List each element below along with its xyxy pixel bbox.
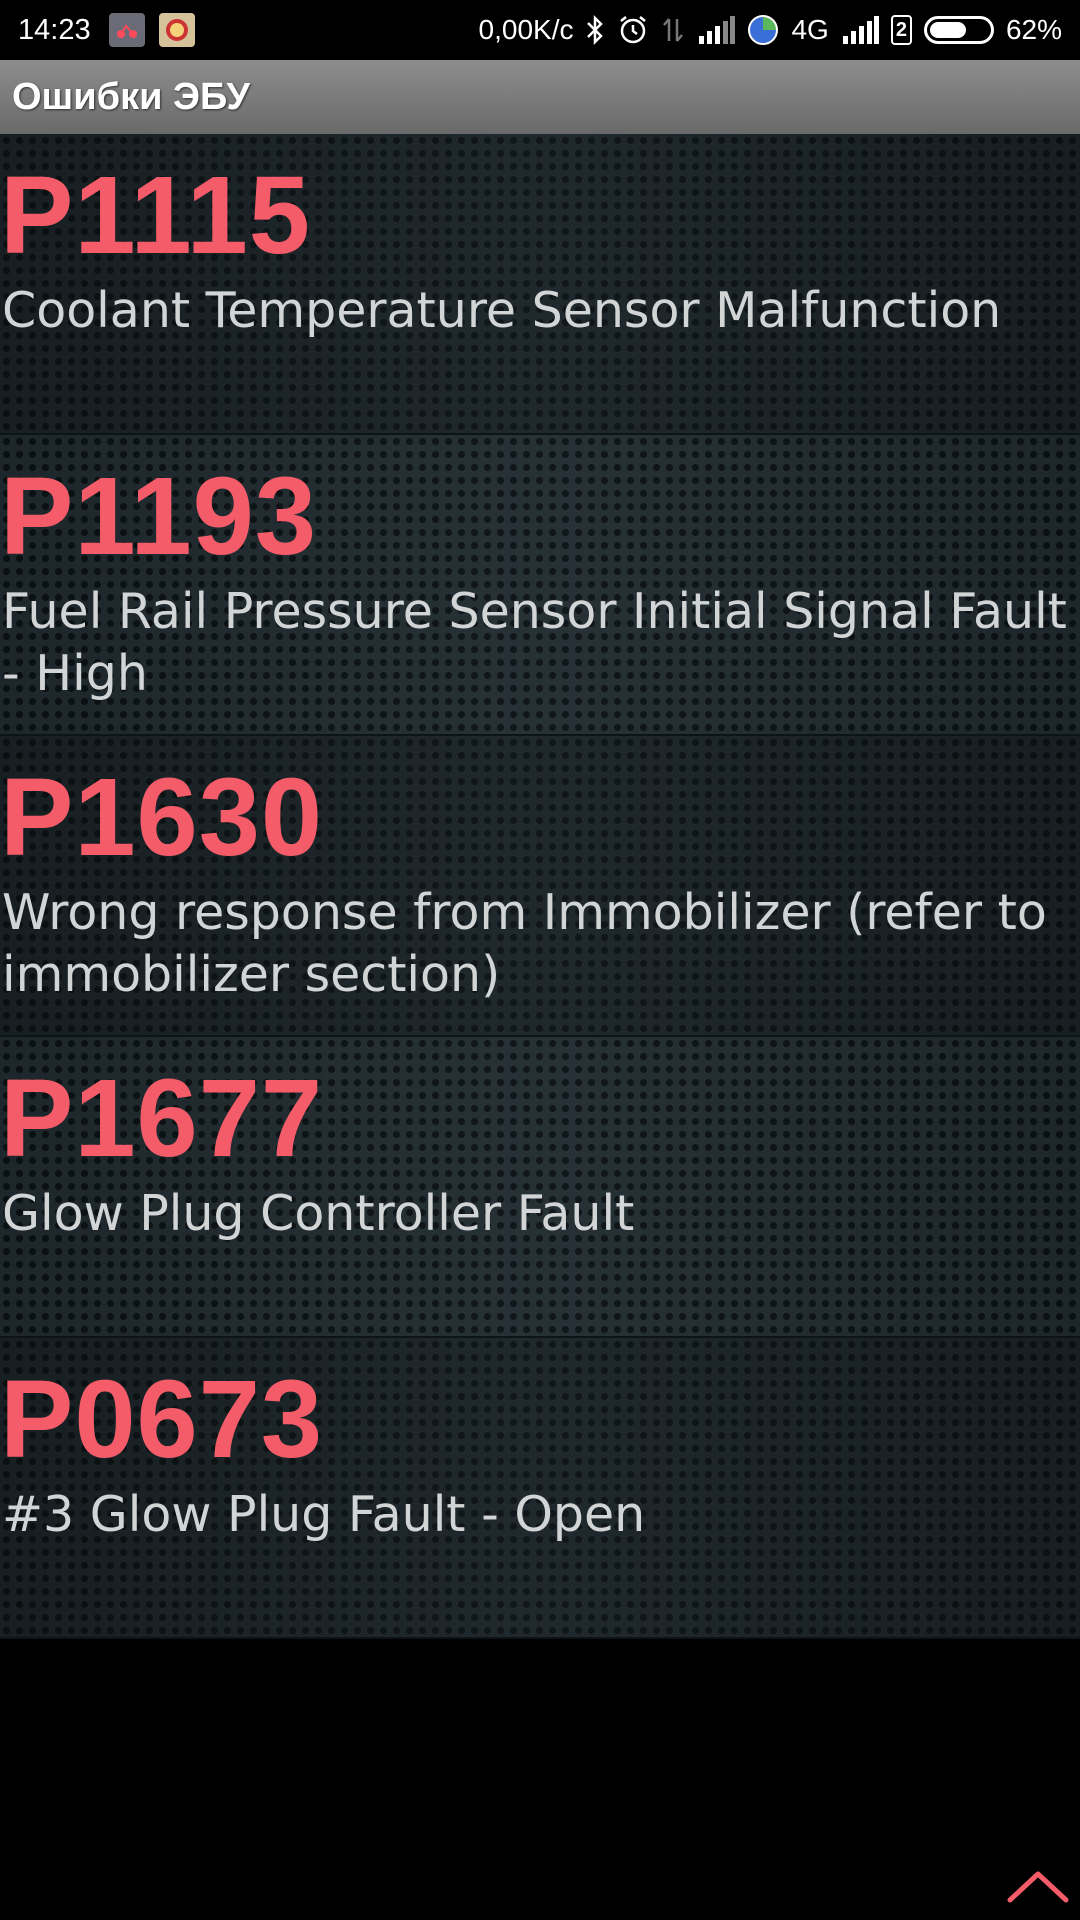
signal-icon-2 [841,10,879,50]
error-code: P1630 [0,756,324,879]
error-item[interactable]: P0673 #3 Glow Plug Fault - Open [0,1338,1080,1639]
sim-icon: 2 [890,10,912,50]
status-bar-right: 0,00K/с 4G 2 62% [479,0,1080,60]
network-type: 4G [791,14,829,45]
app-title-bar: Ошибки ЭБУ [0,60,1080,134]
error-item[interactable]: P1115 Coolant Temperature Sensor Malfunc… [0,134,1080,435]
error-code: P0673 [0,1358,324,1481]
error-item[interactable]: P1630 Wrong response from Immobilizer (r… [0,736,1080,1037]
chevron-up-icon [1007,1871,1069,1903]
scroll-up-button[interactable] [1006,1866,1070,1906]
notification-app-icon [108,13,145,47]
error-description: #3 Glow Plug Fault - Open [2,1486,646,1543]
notification-app-icon-2 [158,13,195,47]
error-code: P1193 [0,455,318,578]
error-item[interactable]: P1677 Glow Plug Controller Fault [0,1037,1080,1338]
battery-outline [923,16,994,44]
error-list[interactable]: P1115 Coolant Temperature Sensor Malfunc… [0,134,1080,1639]
page-title: Ошибки ЭБУ [12,75,251,118]
error-code: P1115 [0,154,311,277]
battery-icon [923,10,994,50]
data-transfer-icon [661,10,685,50]
net-speed: 0,00K/с [478,14,574,45]
status-bar: 14:23 0,00K/с 4G 2 62% [0,0,1080,60]
error-code: P1677 [0,1057,324,1180]
status-bar-left: 14:23 [0,0,209,60]
status-time: 14:23 [18,13,91,46]
alarm-icon [617,10,649,50]
error-description: Fuel Rail Pressure Sensor Initial Signal… [2,583,1067,702]
error-description: Coolant Temperature Sensor Malfunction [2,282,1002,339]
globe-icon [747,10,779,50]
error-description: Wrong response from Immobilizer (refer t… [2,884,1047,1003]
bluetooth-icon [585,10,605,50]
battery-fill [929,22,966,38]
error-item[interactable]: P1193 Fuel Rail Pressure Sensor Initial … [0,435,1080,736]
sim-label: 2 [890,15,912,45]
battery-percent: 62% [1005,14,1062,45]
error-description: Glow Plug Controller Fault [2,1185,635,1242]
screen: 14:23 0,00K/с 4G 2 62% Ошибки ЭБУ P1115 … [0,0,1080,1920]
signal-icon [697,10,736,50]
